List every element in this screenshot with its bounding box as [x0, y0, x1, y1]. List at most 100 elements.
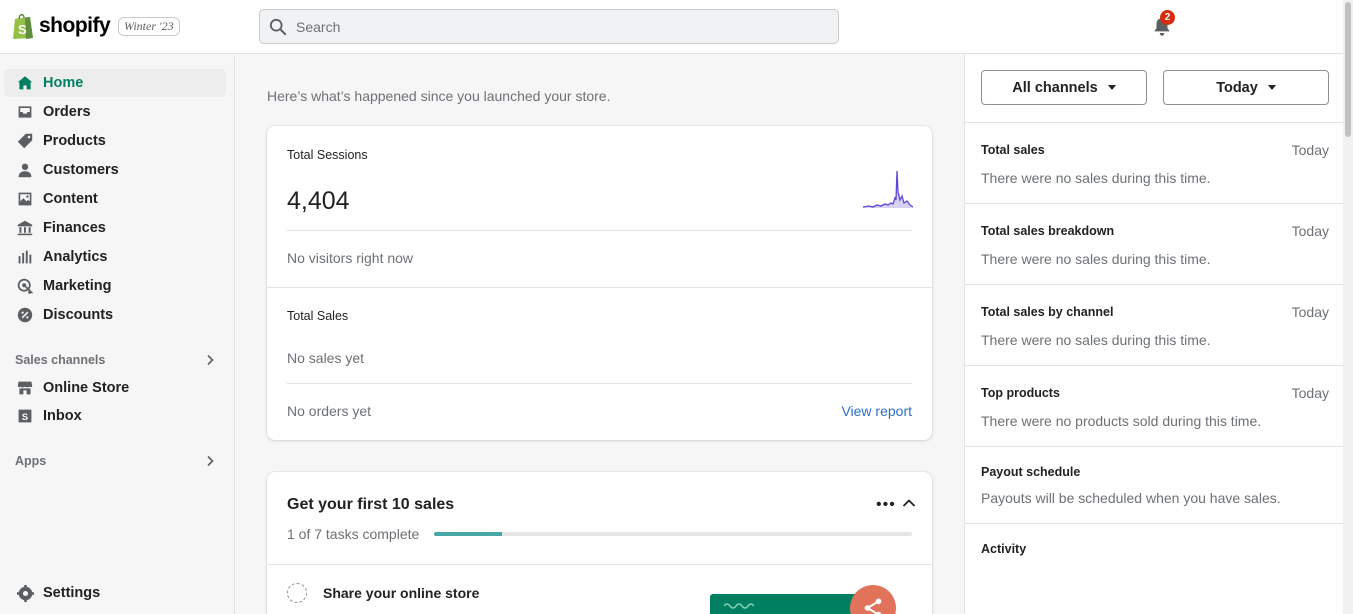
chevron-right-icon: [207, 354, 214, 366]
chevron-right-icon: [207, 455, 214, 467]
sidebar-item-discounts[interactable]: Discounts: [4, 301, 226, 329]
sidebar-item-label: Marketing: [43, 278, 112, 294]
sidebar-item-home[interactable]: Home: [4, 69, 226, 97]
shopify-bag-icon: S: [13, 13, 33, 39]
sidebar: Home Orders Products Customers Content F…: [0, 55, 235, 614]
sidebar-item-label: Settings: [43, 585, 101, 601]
sidebar-item-analytics[interactable]: Analytics: [4, 243, 226, 271]
caret-down-icon: [1107, 85, 1116, 90]
share-button[interactable]: [850, 585, 896, 614]
search-bar[interactable]: [259, 9, 839, 44]
svg-text:S: S: [22, 412, 29, 423]
metric-title: Payout schedule: [981, 465, 1081, 479]
sidebar-item-content[interactable]: Content: [4, 185, 226, 213]
bank-icon: [15, 218, 35, 238]
home-icon: [15, 73, 35, 93]
metric-desc: There were no sales during this time.: [981, 332, 1211, 348]
person-icon: [15, 160, 35, 180]
metric-sales-breakdown[interactable]: Total sales breakdown Today There were n…: [965, 203, 1345, 284]
sidebar-item-online-store[interactable]: Online Store: [4, 374, 226, 402]
sessions-sparkline: [863, 170, 913, 208]
sidebar-item-settings[interactable]: Settings: [4, 579, 226, 607]
image-icon: [15, 189, 35, 209]
channel-filter-label: All channels: [1012, 79, 1098, 96]
sidebar-item-label: Home: [43, 75, 84, 91]
search-icon: [269, 18, 287, 35]
task-status-icon: [287, 583, 307, 603]
metric-title: Activity: [981, 542, 1027, 556]
sidebar-item-orders[interactable]: Orders: [4, 98, 226, 126]
apps-header[interactable]: Apps: [15, 451, 215, 471]
channel-filter-button[interactable]: All channels: [981, 70, 1147, 105]
sessions-value: 4,404: [287, 187, 350, 215]
shopify-logo[interactable]: S shopify: [11, 12, 111, 40]
svg-text:S: S: [18, 22, 27, 37]
metrics-panel: All channels Today Total sales Today The…: [964, 55, 1345, 614]
metric-desc: There were no sales during this time.: [981, 170, 1211, 186]
sales-channels-label: Sales channels: [15, 353, 106, 367]
sidebar-item-label: Discounts: [43, 307, 114, 323]
sidebar-item-inbox[interactable]: S Inbox: [4, 402, 226, 430]
task-item[interactable]: Share your online store: [287, 583, 479, 603]
tasks-progress-bar: [434, 532, 912, 536]
sales-channels-header[interactable]: Sales channels: [15, 350, 215, 370]
sidebar-item-label: Inbox: [43, 408, 82, 424]
tasks-title: Get your first 10 sales: [287, 496, 455, 513]
orders-icon: [15, 102, 35, 122]
sidebar-item-products[interactable]: Products: [4, 127, 226, 155]
metric-range: Today: [1291, 142, 1329, 158]
orders-text: No orders yet: [287, 403, 372, 419]
metric-title: Total sales: [981, 143, 1045, 157]
sidebar-item-label: Analytics: [43, 249, 108, 265]
bar-chart-icon: [15, 247, 35, 267]
date-filter-button[interactable]: Today: [1163, 70, 1329, 105]
store-icon: [15, 378, 35, 398]
sidebar-item-marketing[interactable]: Marketing: [4, 272, 226, 300]
sessions-label: Total Sessions: [287, 148, 368, 162]
chevron-up-icon[interactable]: [902, 497, 916, 509]
scrollbar-thumb[interactable]: [1345, 2, 1351, 137]
search-input[interactable]: [296, 18, 796, 35]
target-icon: [15, 276, 35, 296]
divider: [287, 230, 912, 231]
metric-desc: Payouts will be scheduled when you have …: [981, 490, 1281, 506]
more-actions-icon[interactable]: •••: [876, 496, 896, 514]
apps-label: Apps: [15, 454, 47, 468]
sidebar-item-label: Customers: [43, 162, 119, 178]
sidebar-item-label: Orders: [43, 104, 91, 120]
page-scrollbar[interactable]: [1343, 0, 1353, 614]
intro-text: Here’s what’s happened since you launche…: [267, 88, 611, 104]
metric-top-products[interactable]: Top products Today There were no product…: [965, 365, 1345, 446]
metric-range: Today: [1291, 223, 1329, 239]
tag-icon: [15, 131, 35, 151]
sidebar-item-customers[interactable]: Customers: [4, 156, 226, 184]
overview-card: Total Sessions 4,404 No visitors right n…: [267, 126, 932, 440]
divider: [267, 287, 932, 288]
metric-range: Today: [1291, 385, 1329, 401]
visitors-text: No visitors right now: [287, 250, 414, 266]
view-report-link[interactable]: View report: [841, 403, 912, 419]
task-label: Share your online store: [323, 585, 480, 601]
task-illustration: [710, 594, 860, 614]
sales-text: No sales yet: [287, 350, 365, 366]
sidebar-item-label: Online Store: [43, 380, 130, 396]
metric-total-sales[interactable]: Total sales Today There were no sales du…: [965, 122, 1345, 203]
sidebar-item-label: Content: [43, 191, 98, 207]
discount-icon: [15, 305, 35, 325]
sidebar-item-label: Finances: [43, 220, 106, 236]
notification-badge: 2: [1160, 10, 1175, 25]
metric-activity[interactable]: Activity: [965, 523, 1345, 614]
metric-title: Total sales breakdown: [981, 224, 1115, 238]
inbox-icon: S: [15, 406, 35, 426]
metric-title: Top products: [981, 386, 1060, 400]
sales-label: Total Sales: [287, 309, 349, 323]
share-icon: [864, 598, 882, 614]
metric-payout-schedule[interactable]: Payout schedule Payouts will be schedule…: [965, 446, 1345, 523]
metric-sales-by-channel[interactable]: Total sales by channel Today There were …: [965, 284, 1345, 365]
gear-icon: [15, 583, 35, 603]
tasks-progress-fill: [434, 532, 503, 536]
divider: [287, 383, 912, 384]
tasks-progress-text: 1 of 7 tasks complete: [287, 526, 420, 542]
brand-name: shopify: [39, 14, 111, 37]
sidebar-item-finances[interactable]: Finances: [4, 214, 226, 242]
